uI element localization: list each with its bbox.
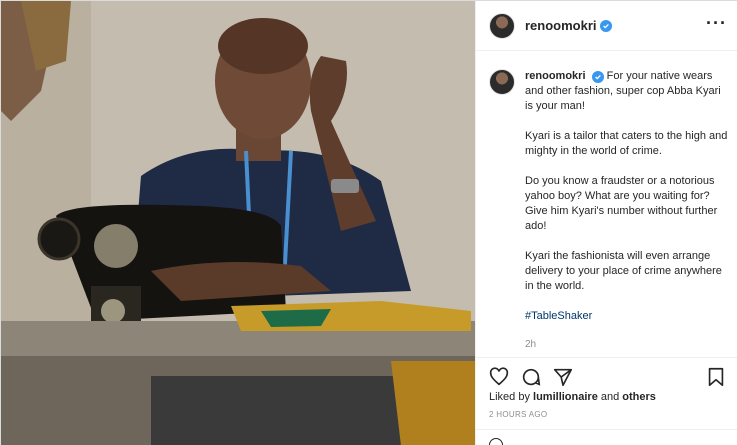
- post-caption: renoomokri For your native wears and oth…: [489, 69, 731, 352]
- header-username[interactable]: renoomokri: [525, 18, 597, 33]
- post-header: renoomokri ···: [476, 1, 737, 51]
- smiley-icon[interactable]: [489, 438, 503, 445]
- hashtag-link[interactable]: #TableShaker: [525, 309, 731, 324]
- instagram-post: renoomokri ··· renoomokri For your nativ…: [0, 0, 737, 445]
- verified-badge-icon: [599, 19, 612, 32]
- post-timestamp[interactable]: 2 HOURS AGO: [489, 410, 547, 419]
- caption-paragraph-4: Kyari the fashionista will even arrange …: [525, 250, 722, 292]
- avatar[interactable]: [489, 12, 515, 39]
- liked-by-prefix: Liked by: [489, 391, 534, 403]
- post-photo-illustration: [1, 1, 475, 445]
- post-photo[interactable]: [1, 1, 475, 445]
- post-sidebar: renoomokri ··· renoomokri For your nativ…: [475, 1, 737, 445]
- caption-paragraph-3: Do you know a fraudster or a notorious y…: [525, 175, 718, 232]
- caption-paragraph-1: renoomokri For your native wears and oth…: [525, 69, 731, 114]
- liked-by-others[interactable]: others: [622, 391, 656, 403]
- caption-avatar[interactable]: [489, 69, 515, 95]
- verified-badge-icon: [591, 71, 604, 83]
- comment-bar: [476, 429, 737, 445]
- liked-by-user[interactable]: lumillionaire: [533, 391, 598, 403]
- more-options-icon[interactable]: ···: [706, 14, 727, 32]
- caption-paragraph-2: Kyari is a tailor that caters to the hig…: [525, 130, 728, 157]
- liked-by-suffix: and: [597, 391, 623, 403]
- bookmark-icon[interactable]: [705, 366, 727, 388]
- paper-plane-icon[interactable]: [552, 366, 574, 388]
- heart-icon[interactable]: [488, 366, 510, 388]
- comment-bubble-icon[interactable]: [520, 366, 542, 388]
- likes-summary: Liked by lumillionaire and others: [489, 391, 656, 403]
- caption-age: 2h: [525, 339, 537, 350]
- caption-username[interactable]: renoomokri: [525, 70, 586, 82]
- action-bar: [476, 357, 737, 393]
